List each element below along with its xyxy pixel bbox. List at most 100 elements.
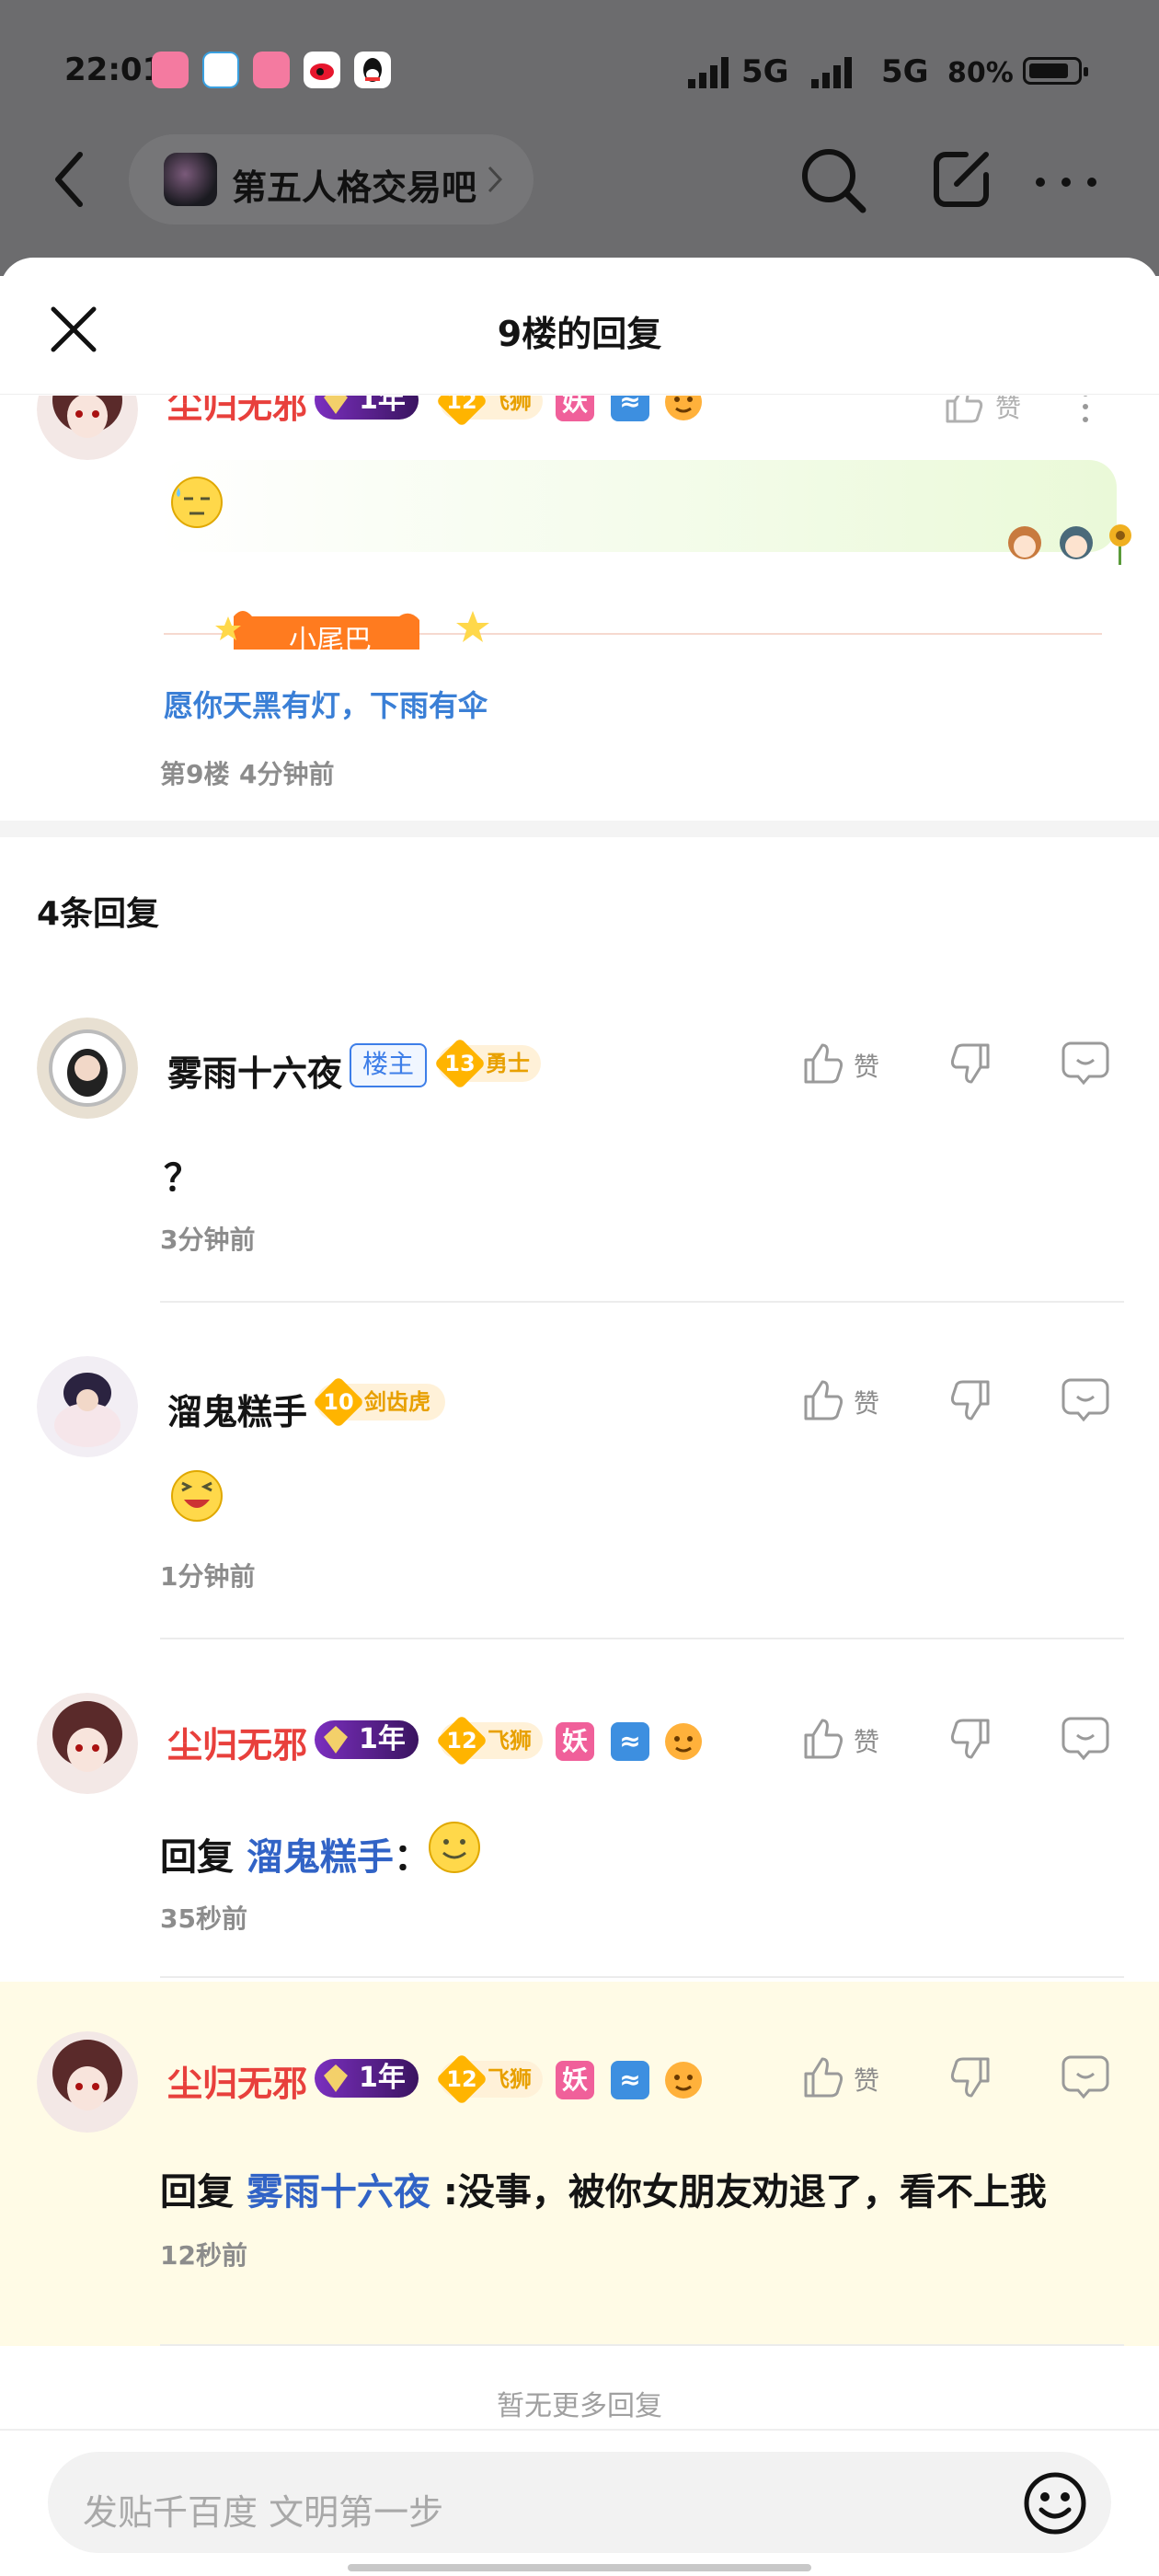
- signal-icon: [688, 57, 743, 92]
- reply-time: 12秒前: [160, 2240, 247, 2271]
- avatar[interactable]: [37, 1356, 138, 1457]
- avatar[interactable]: [37, 2031, 138, 2133]
- like-icon[interactable]: [800, 1040, 846, 1089]
- avatar[interactable]: [37, 1693, 138, 1794]
- aquarius-badge-icon: ≈: [611, 396, 649, 421]
- search-icon[interactable]: [798, 145, 868, 219]
- network-type: 5G: [881, 53, 929, 90]
- username[interactable]: 雾雨十六夜: [167, 1045, 342, 1096]
- aquarius-badge-icon: ≈: [611, 1722, 649, 1761]
- reply-to-user[interactable]: 溜鬼糕手: [247, 1836, 394, 1879]
- dislike-icon[interactable]: [947, 1717, 993, 1766]
- avatar[interactable]: [37, 396, 138, 460]
- level-number: 10: [323, 1389, 354, 1415]
- level-number: 13: [444, 1051, 476, 1076]
- username[interactable]: 尘归无邪: [167, 1717, 307, 1767]
- dislike-icon[interactable]: [947, 1041, 993, 1091]
- comment-icon[interactable]: [1061, 1040, 1109, 1089]
- username[interactable]: 溜鬼糕手: [167, 1384, 307, 1434]
- back-icon[interactable]: [51, 147, 87, 215]
- level-number: 12: [446, 1728, 477, 1754]
- chat-app-icon: [202, 52, 239, 88]
- reply-prefix: 回复: [160, 2171, 234, 2214]
- comment-icon[interactable]: [1061, 2053, 1109, 2103]
- like-label[interactable]: 赞: [854, 2061, 879, 2098]
- divider: [160, 1976, 1124, 1978]
- replies-count: 4条回复: [37, 895, 160, 933]
- reply-to-user[interactable]: 雾雨十六夜: [247, 2171, 430, 2214]
- crown-icon: [322, 1724, 350, 1759]
- divider: [160, 2344, 1124, 2346]
- star-icon: [454, 609, 491, 650]
- divider: [160, 1301, 1124, 1303]
- username[interactable]: 尘归无邪: [167, 396, 307, 428]
- divider: [160, 1638, 1124, 1639]
- dislike-icon[interactable]: [947, 2055, 993, 2105]
- content-bubble: [158, 460, 1117, 552]
- reply-item: 溜鬼糕手 剑齿虎 10 赞 1分钟前: [0, 1330, 1159, 1669]
- reply-separator: ：: [393, 1836, 430, 1879]
- reply-time: 3分钟前: [160, 1225, 256, 1255]
- signal-icon: [811, 57, 866, 92]
- like-label[interactable]: 赞: [854, 1722, 879, 1759]
- op-badge: 楼主: [350, 1043, 428, 1087]
- sheet-title: 9楼的回复: [497, 314, 662, 354]
- reply-content: 回复 雾雨十六夜 :没事，被你女朋友劝退了，看不上我: [160, 2162, 1047, 2215]
- comment-icon[interactable]: [1061, 1376, 1109, 1426]
- no-more-replies: 暂无更多回复: [497, 2390, 662, 2422]
- reply-item: 雾雨十六夜 楼主 勇士 13 赞 ？ 3分钟前: [0, 994, 1159, 1330]
- network-type: 5G: [741, 53, 789, 90]
- yao-badge: 妖: [556, 396, 594, 421]
- like-icon[interactable]: [942, 396, 986, 429]
- post-time: 4分钟前: [239, 759, 335, 789]
- sweat-emoji-icon: [169, 475, 224, 534]
- level-title: 飞狮: [488, 2066, 532, 2092]
- bilibili-icon: [253, 52, 290, 88]
- tiger-badge-icon: [662, 396, 705, 427]
- smile-emoji-icon: [427, 1820, 482, 1879]
- level-title: 飞狮: [488, 396, 532, 414]
- like-icon[interactable]: [800, 1715, 846, 1765]
- section-gap: [0, 821, 1159, 837]
- tiger-badge-icon: [662, 1720, 705, 1766]
- level-number: 12: [446, 2066, 477, 2092]
- decoration-characters-icon: [1003, 515, 1141, 574]
- reply-time: 35秒前: [160, 1903, 247, 1934]
- home-indicator[interactable]: [348, 2564, 811, 2571]
- like-label[interactable]: 赞: [995, 396, 1021, 425]
- tiger-badge-icon: [662, 2059, 705, 2105]
- battery-percent: 80%: [947, 57, 1014, 89]
- floor-number: 第9楼: [160, 759, 230, 789]
- edit-icon[interactable]: [929, 147, 993, 215]
- comment-icon[interactable]: [1061, 1715, 1109, 1765]
- reply-content: 回复 溜鬼糕手：: [160, 1827, 430, 1880]
- level-number: 12: [446, 396, 477, 414]
- bilibili-icon: [152, 52, 189, 88]
- main-post: 尘归无邪 1年 飞狮 12 妖 ≈ 赞 小尾巴 愿你天黑有灯，下雨有伞 第9楼 …: [0, 396, 1159, 1076]
- aquarius-badge-icon: ≈: [611, 2061, 649, 2099]
- yao-badge: 妖: [556, 2061, 594, 2099]
- emoji-icon[interactable]: [1023, 2471, 1087, 2539]
- like-icon[interactable]: [800, 2053, 846, 2103]
- like-label[interactable]: 赞: [854, 1384, 879, 1420]
- username[interactable]: 尘归无邪: [167, 2055, 307, 2106]
- yao-badge: 妖: [556, 1722, 594, 1761]
- avatar[interactable]: [37, 1018, 138, 1119]
- battery-icon: [1023, 57, 1088, 85]
- reply-item-highlighted: 尘归无邪 1年 飞狮 12 妖 ≈ 赞 回复 雾雨十六夜 :没事，被你女朋友劝退…: [0, 1982, 1159, 2346]
- level-title: 勇士: [486, 1051, 530, 1076]
- replies-sheet: 9楼的回复 尘归无邪 1年 飞狮 12 妖 ≈ 赞 小尾巴 愿你天黑有灯，下雨有…: [0, 258, 1159, 2576]
- more-icon[interactable]: [1034, 175, 1098, 192]
- forum-name: 第五人格交易吧: [232, 167, 477, 208]
- reply-content: ？: [164, 1157, 201, 1200]
- like-icon[interactable]: [800, 1376, 846, 1426]
- reply-prefix: 回复: [160, 1836, 234, 1879]
- header-divider: [0, 394, 1159, 395]
- tail-label: 小尾巴: [289, 625, 372, 657]
- dislike-icon[interactable]: [947, 1378, 993, 1428]
- like-label[interactable]: 赞: [854, 1047, 879, 1084]
- comment-input[interactable]: 发贴千百度 文明第一步: [83, 2484, 443, 2535]
- more-vertical-icon[interactable]: [1080, 396, 1091, 429]
- footer-divider: [0, 2429, 1159, 2431]
- reply-item: 尘归无邪 1年 飞狮 12 妖 ≈ 赞 回复 溜鬼糕手： 35秒前: [0, 1669, 1159, 2007]
